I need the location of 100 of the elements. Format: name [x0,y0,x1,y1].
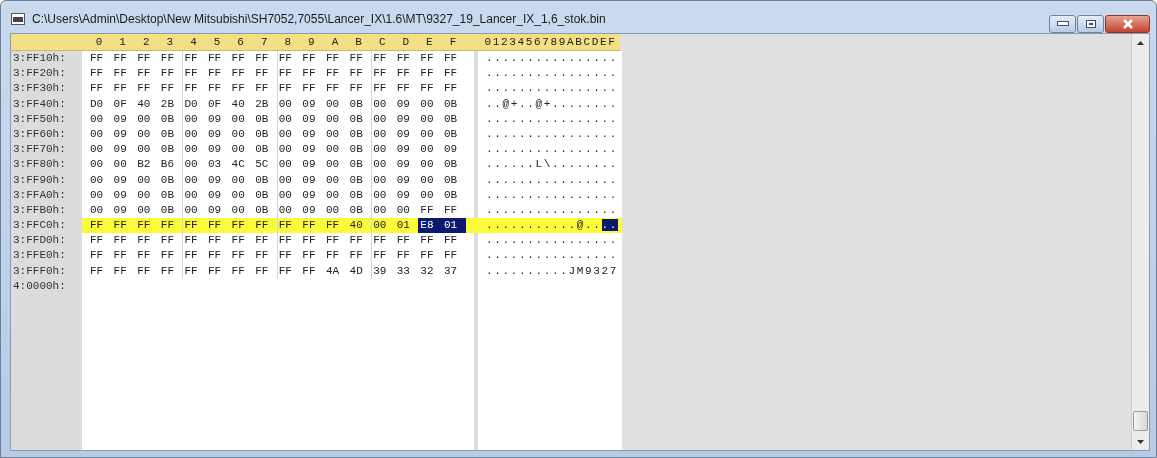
hex-byte[interactable]: 40 [135,96,159,112]
hex-byte[interactable]: FF [158,51,183,67]
hex-byte[interactable]: FF [88,248,112,264]
hex-byte[interactable]: 00 [88,126,112,143]
hex-byte[interactable]: 09 [300,96,324,112]
hex-byte[interactable]: FF [323,218,348,234]
hex-byte[interactable]: FF [158,66,183,82]
hex-byte[interactable]: 00 [88,142,112,158]
hex-byte[interactable]: FF [394,66,419,82]
hex-byte[interactable]: 09 [111,111,136,127]
hex-byte[interactable]: 01 [394,218,419,234]
hex-byte[interactable]: 09 [394,96,419,112]
hex-byte[interactable]: 00 [276,96,301,112]
hex-byte[interactable]: FF [441,202,466,219]
hex-byte[interactable]: 00 [418,126,442,143]
hex-byte[interactable]: 09 [394,126,419,143]
hex-byte[interactable]: 00 [135,111,159,127]
hex-byte[interactable]: 00 [418,172,442,188]
hex-byte[interactable]: 09 [300,187,324,203]
hex-byte[interactable]: 00 [276,157,301,173]
hex-byte[interactable]: 5C [253,157,277,173]
hex-byte[interactable]: FF [253,51,277,67]
hex-byte[interactable]: D0 [182,96,206,112]
hex-byte[interactable]: 00 [323,111,348,127]
hex-byte[interactable]: 09 [394,157,419,173]
hex-byte[interactable]: 00 [323,126,348,143]
hex-byte[interactable]: 37 [441,263,466,279]
hex-byte[interactable]: 00 [371,187,395,203]
hex-byte[interactable]: 00 [418,187,442,203]
hex-byte[interactable]: 00 [88,172,112,188]
hex-byte[interactable]: 09 [394,187,419,203]
hex-byte[interactable]: 00 [418,111,442,127]
hex-byte[interactable]: FF [135,233,159,249]
hex-byte[interactable]: FF [182,263,206,279]
hex-byte[interactable]: FF [300,81,324,97]
hex-byte[interactable]: 0B [253,142,277,158]
hex-byte[interactable]: FF [205,81,230,97]
hex-byte[interactable]: FF [135,66,159,82]
hex-byte[interactable]: 09 [441,142,466,158]
hex-byte[interactable]: 00 [323,202,348,219]
hex-byte[interactable]: FF [205,66,230,82]
hex-byte[interactable]: 00 [135,142,159,158]
hex-byte[interactable]: FF [158,233,183,249]
hex-byte[interactable]: FF [394,248,419,264]
hex-byte[interactable]: FF [88,51,112,67]
hex-byte[interactable]: 00 [371,157,395,173]
hex-byte[interactable]: FF [441,51,466,67]
hex-byte[interactable]: 00 [323,142,348,158]
hex-byte[interactable]: 09 [300,126,324,143]
hex-byte[interactable]: FF [418,66,442,82]
hex-byte[interactable]: 00 [229,202,254,219]
hex-byte[interactable]: FF [205,248,230,264]
scroll-thumb[interactable] [1133,411,1148,431]
hex-byte[interactable]: FF [88,218,112,234]
hex-byte[interactable]: FF [300,66,324,82]
close-button[interactable] [1105,15,1150,33]
hex-byte[interactable]: FF [135,218,159,234]
hex-byte[interactable]: FF [276,81,301,97]
hex-byte[interactable]: 09 [111,126,136,143]
hex-byte[interactable]: 09 [300,172,324,188]
hex-byte[interactable]: FF [300,263,324,279]
hex-byte[interactable]: 00 [276,111,301,127]
hex-byte[interactable]: 00 [276,187,301,203]
hex-byte[interactable]: 00 [371,172,395,188]
hex-byte[interactable]: FF [418,51,442,67]
hex-byte[interactable]: 0B [253,111,277,127]
hex-byte[interactable]: FF [229,263,254,279]
hex-byte[interactable]: 00 [135,126,159,143]
hex-byte[interactable]: FF [229,233,254,249]
hex-byte[interactable]: 00 [371,111,395,127]
hex-byte[interactable]: 01 [441,218,466,234]
hex-byte[interactable]: 09 [205,126,230,143]
hex-byte[interactable]: FF [418,202,442,219]
hex-byte[interactable]: 0B [347,126,372,143]
hex-byte[interactable]: 0B [158,187,183,203]
hex-byte[interactable]: FF [229,66,254,82]
maximize-button[interactable] [1077,15,1104,33]
hex-byte[interactable]: 0B [441,96,466,112]
hex-byte[interactable]: 0B [347,187,372,203]
hex-byte[interactable]: 00 [182,187,206,203]
hex-byte[interactable]: 4D [347,263,372,279]
hex-byte[interactable]: 00 [371,96,395,112]
scrollbar[interactable] [1131,34,1149,450]
hex-byte[interactable]: 09 [205,202,230,219]
hex-byte[interactable]: 00 [418,96,442,112]
hex-byte[interactable]: FF [300,51,324,67]
hex-byte[interactable]: E8 [418,218,442,234]
hex-byte[interactable]: FF [300,218,324,234]
hex-byte[interactable]: 0B [441,157,466,173]
hex-byte[interactable]: FF [205,233,230,249]
hex-byte[interactable]: D0 [88,96,112,112]
hex-byte[interactable]: 40 [347,218,372,234]
hex-byte[interactable]: FF [300,248,324,264]
hex-byte[interactable]: 09 [300,202,324,219]
hex-byte[interactable]: 0B [158,111,183,127]
hex-byte[interactable]: FF [182,81,206,97]
hex-byte[interactable]: B6 [158,157,183,173]
hex-byte[interactable]: FF [111,66,136,82]
hex-byte[interactable]: 0B [441,172,466,188]
hex-byte[interactable]: 00 [276,172,301,188]
